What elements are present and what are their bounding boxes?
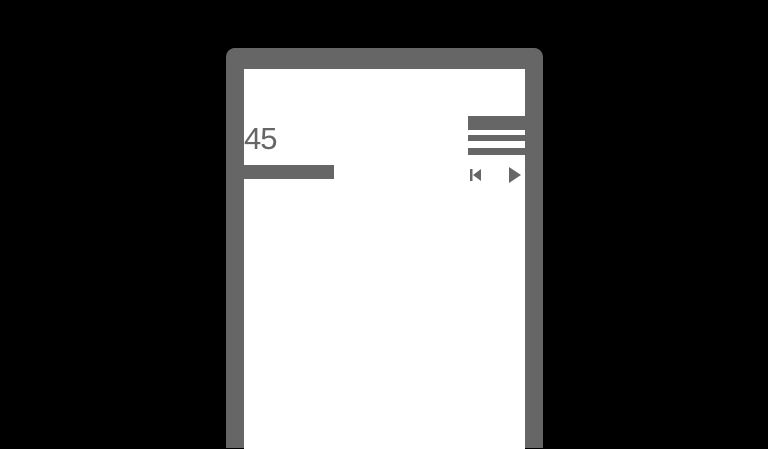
progress-bar-fill (244, 165, 334, 179)
menu-bar-top (468, 116, 525, 130)
menu-bar-bottom (468, 148, 525, 155)
skip-previous-icon[interactable] (468, 166, 486, 184)
play-icon[interactable] (506, 166, 524, 184)
hamburger-menu-icon[interactable] (468, 116, 525, 158)
count-display: 45 (244, 121, 277, 156)
device-frame: 45 (226, 48, 543, 449)
menu-bar-middle (468, 135, 525, 141)
playback-controls (466, 166, 526, 184)
screen: 45 (244, 69, 525, 449)
progress-bar (244, 165, 444, 179)
